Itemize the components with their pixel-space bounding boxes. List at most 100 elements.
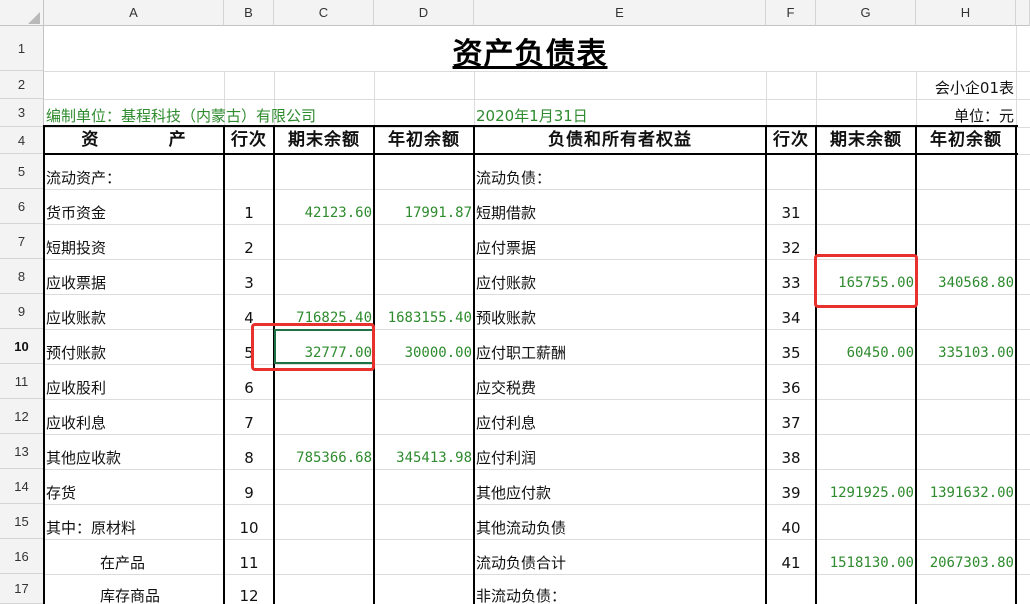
column-header-partial[interactable] — [1016, 0, 1030, 26]
amount-cell[interactable]: 17991.87 — [374, 189, 474, 224]
line-number-cell[interactable]: 3 — [224, 259, 274, 294]
amount-cell[interactable] — [916, 224, 1016, 259]
column-header-c[interactable]: C — [274, 0, 374, 26]
row-header-12[interactable]: 12 — [0, 399, 44, 434]
row-header-7[interactable]: 7 — [0, 224, 44, 259]
amount-cell[interactable] — [916, 574, 1016, 604]
row-header-3[interactable]: 3 — [0, 99, 44, 127]
line-number-cell[interactable]: 33 — [766, 259, 816, 294]
row-header-8[interactable]: 8 — [0, 259, 44, 294]
line-number-cell[interactable]: 41 — [766, 539, 816, 574]
row-header-2[interactable]: 2 — [0, 71, 44, 99]
amount-cell[interactable] — [916, 189, 1016, 224]
asset-item-cell[interactable]: 应收利息 — [44, 399, 224, 434]
liability-item-cell[interactable]: 应付利润 — [474, 434, 766, 469]
asset-item-cell[interactable]: 应收账款 — [44, 294, 224, 329]
line-number-cell[interactable]: 8 — [224, 434, 274, 469]
liability-item-cell[interactable]: 应交税费 — [474, 364, 766, 399]
asset-item-cell[interactable]: 库存商品 — [44, 574, 224, 604]
amount-cell[interactable]: 2067303.80 — [916, 539, 1016, 574]
line-number-cell[interactable]: 11 — [224, 539, 274, 574]
asset-item-cell[interactable]: 应收票据 — [44, 259, 224, 294]
asset-item-cell[interactable]: 应收股利 — [44, 364, 224, 399]
amount-cell[interactable] — [274, 469, 374, 504]
amount-cell[interactable] — [816, 364, 916, 399]
liability-item-cell[interactable]: 流动负债合计 — [474, 539, 766, 574]
asset-item-cell[interactable]: 货币资金 — [44, 189, 224, 224]
amount-cell[interactable] — [274, 504, 374, 539]
select-all-corner[interactable] — [0, 0, 44, 26]
asset-item-cell[interactable]: 其中：原材料 — [44, 504, 224, 539]
line-number-cell[interactable]: 34 — [766, 294, 816, 329]
amount-cell[interactable] — [816, 399, 916, 434]
amount-cell[interactable]: 335103.00 — [916, 329, 1016, 364]
line-number-cell[interactable]: 35 — [766, 329, 816, 364]
amount-cell[interactable]: 42123.60 — [274, 189, 374, 224]
line-number-cell[interactable]: 2 — [224, 224, 274, 259]
row-header-16[interactable]: 16 — [0, 539, 44, 574]
amount-cell[interactable] — [916, 399, 1016, 434]
asset-item-cell[interactable]: 其他应收款 — [44, 434, 224, 469]
amount-cell[interactable]: 1518130.00 — [816, 539, 916, 574]
line-number-cell[interactable]: 12 — [224, 574, 274, 604]
column-header-e[interactable]: E — [474, 0, 766, 26]
liability-item-cell[interactable]: 预收账款 — [474, 294, 766, 329]
line-number-cell[interactable]: 37 — [766, 399, 816, 434]
line-number-cell[interactable]: 10 — [224, 504, 274, 539]
asset-item-cell[interactable]: 存货 — [44, 469, 224, 504]
amount-cell[interactable] — [374, 504, 474, 539]
asset-item-cell[interactable]: 短期投资 — [44, 224, 224, 259]
line-number-cell[interactable]: 1 — [224, 189, 274, 224]
line-number-cell[interactable] — [766, 574, 816, 604]
row-header-11[interactable]: 11 — [0, 364, 44, 399]
column-header-a[interactable]: A — [44, 0, 224, 26]
amount-cell[interactable]: 340568.80 — [916, 259, 1016, 294]
amount-cell[interactable] — [274, 574, 374, 604]
asset-item-cell[interactable]: 预付账款 — [44, 329, 224, 364]
amount-cell[interactable]: 1391632.00 — [916, 469, 1016, 504]
row-header-9[interactable]: 9 — [0, 294, 44, 329]
amount-cell[interactable] — [374, 539, 474, 574]
row-header-5[interactable]: 5 — [0, 154, 44, 189]
liability-item-cell[interactable]: 非流动负债： — [474, 574, 766, 604]
line-number-cell[interactable]: 32 — [766, 224, 816, 259]
amount-cell[interactable] — [274, 259, 374, 294]
line-number-cell[interactable] — [224, 154, 274, 189]
amount-cell[interactable] — [816, 574, 916, 604]
amount-cell[interactable] — [374, 154, 474, 189]
amount-cell[interactable] — [374, 399, 474, 434]
amount-cell[interactable] — [274, 154, 374, 189]
amount-cell[interactable]: 1683155.40 — [374, 294, 474, 329]
column-header-g[interactable]: G — [816, 0, 916, 26]
column-header-d[interactable]: D — [374, 0, 474, 26]
asset-item-cell[interactable]: 在产品 — [44, 539, 224, 574]
liability-item-cell[interactable]: 短期借款 — [474, 189, 766, 224]
liability-item-cell[interactable]: 流动负债： — [474, 154, 766, 189]
line-number-cell[interactable]: 9 — [224, 469, 274, 504]
row-header-13[interactable]: 13 — [0, 434, 44, 469]
amount-cell[interactable] — [374, 364, 474, 399]
line-number-cell[interactable] — [766, 154, 816, 189]
line-number-cell[interactable]: 38 — [766, 434, 816, 469]
amount-cell[interactable] — [274, 399, 374, 434]
liability-item-cell[interactable]: 应付利息 — [474, 399, 766, 434]
amount-cell[interactable] — [916, 504, 1016, 539]
amount-cell[interactable] — [916, 364, 1016, 399]
line-number-cell[interactable]: 7 — [224, 399, 274, 434]
amount-cell[interactable] — [374, 259, 474, 294]
row-header-4[interactable]: 4 — [0, 127, 44, 154]
line-number-cell[interactable]: 39 — [766, 469, 816, 504]
line-number-cell[interactable]: 36 — [766, 364, 816, 399]
liability-item-cell[interactable]: 其他流动负债 — [474, 504, 766, 539]
liability-item-cell[interactable]: 其他应付款 — [474, 469, 766, 504]
asset-item-cell[interactable]: 流动资产： — [44, 154, 224, 189]
amount-cell[interactable] — [816, 154, 916, 189]
row-header-1[interactable]: 1 — [0, 26, 44, 71]
amount-cell[interactable]: 345413.98 — [374, 434, 474, 469]
amount-cell[interactable] — [374, 224, 474, 259]
row-header-10[interactable]: 10 — [0, 329, 44, 364]
amount-cell[interactable]: 785366.68 — [274, 434, 374, 469]
amount-cell[interactable] — [916, 434, 1016, 469]
amount-cell[interactable]: 30000.00 — [374, 329, 474, 364]
amount-cell[interactable] — [916, 294, 1016, 329]
